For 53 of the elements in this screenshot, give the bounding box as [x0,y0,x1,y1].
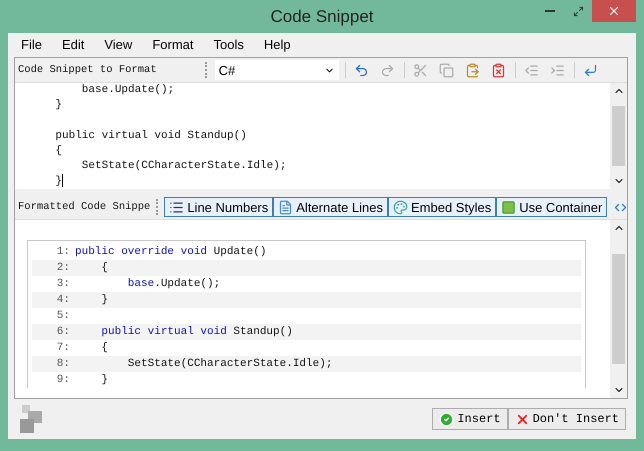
check-icon [439,412,454,426]
language-dropdown[interactable]: C# [214,60,339,80]
line-number: 6: [56,325,71,340]
menu-item[interactable]: Help [254,36,300,52]
window-title: Code Snippet [270,6,374,26]
line-number: 2: [56,261,71,276]
code-line: public override void Update() [75,245,266,260]
menu-item[interactable]: File [12,36,51,52]
close-icon [607,4,621,18]
menu-item[interactable]: Format [143,36,202,52]
container-icon [501,200,516,214]
code-line: SetState(CCharacterState.Idle); [126,357,332,372]
code-line: } [54,98,64,114]
close-button[interactable] [592,0,636,22]
code-line: SetState(CCharacterState.Idle); [80,158,288,174]
list-icon [169,200,184,214]
line-number: 7: [56,341,71,356]
line-number: 8: [56,357,71,372]
palette-icon [393,200,408,214]
toolbar-label: Code Snippet to Format [18,64,157,76]
scrollbar[interactable] [610,83,627,189]
code-line: } [100,293,108,308]
toggle-button[interactable]: Use Container [496,197,608,217]
line-number: 9: [56,373,71,388]
code-line: base.Update(); [80,83,176,98]
minimize-icon [545,10,555,12]
code-line: } [100,373,108,388]
insert-button[interactable]: Insert [432,408,508,430]
menu-item[interactable]: View [95,36,142,52]
line-number: 5: [56,309,71,324]
line-number: 1: [56,245,71,260]
toolbar-grip [156,199,158,215]
code-line: { [100,261,108,276]
code-line: public virtual void Standup() [54,128,248,144]
squares-icon [20,405,44,433]
code-line: } [54,174,64,189]
menu-item[interactable]: Tools [204,36,253,52]
toggle-button[interactable]: Embed Styles [388,197,496,217]
code-line: base.Update(); [126,277,220,292]
maximize-icon [572,6,584,16]
code-line: public virtual void Standup() [100,325,293,340]
scrollbar[interactable] [610,220,627,398]
toggle-button[interactable]: Line Numbers [164,197,274,217]
cancel-button[interactable]: Don't Insert [508,408,626,430]
line-number: 4: [56,293,71,308]
code-line: { [100,341,108,356]
toolbar-grip [204,62,209,78]
toolbar-label: Formatted Code Snippe [18,201,150,213]
code-line: { [54,144,64,159]
line-number: 3: [56,277,71,292]
document-icon [278,200,294,214]
menu-item[interactable]: Edit [52,36,94,52]
toggle-button[interactable]: Alternate Lines [273,197,388,217]
